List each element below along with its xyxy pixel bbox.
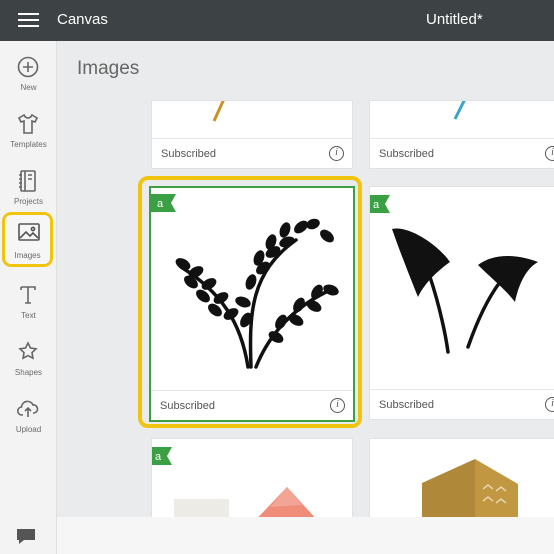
image-thumbnail	[212, 101, 225, 122]
card-footer: Subscribed i	[151, 390, 353, 420]
top-bar: Canvas Untitled*	[0, 0, 554, 41]
sidebar-item-label: Templates	[10, 140, 47, 149]
calla-lilies-image	[392, 228, 538, 354]
sidebar-item-label: Upload	[15, 425, 42, 434]
image-card[interactable]: Subscribed i	[151, 100, 353, 169]
tshirt-icon	[17, 113, 39, 134]
document-title[interactable]: Untitled*	[426, 11, 483, 28]
subscribed-label: Subscribed	[161, 148, 217, 160]
sidebar: New Templates Projects Images Text Shape…	[0, 41, 57, 554]
image-card[interactable]: Subscribed i	[369, 100, 554, 169]
bottom-toolbar	[57, 517, 554, 554]
subscribed-label: Subscribed	[160, 400, 216, 412]
image-icon	[18, 223, 40, 241]
hamburger-menu-icon[interactable]	[18, 13, 39, 28]
info-icon[interactable]: i	[545, 146, 554, 161]
fern-leaves-image	[175, 218, 339, 369]
info-icon[interactable]: i	[330, 398, 345, 413]
plus-circle-icon	[17, 56, 39, 78]
notebook-icon	[19, 170, 36, 192]
sidebar-item-label: Text	[21, 311, 36, 320]
info-icon[interactable]: i	[545, 397, 554, 412]
info-icon[interactable]: i	[329, 146, 344, 161]
subscribed-label: Subscribed	[379, 399, 435, 411]
sidebar-item-label: Shapes	[14, 368, 43, 377]
sidebar-item-label: Images	[14, 251, 41, 260]
sidebar-item-projects[interactable]: Projects	[0, 161, 57, 217]
card-footer: Subscribed i	[152, 138, 352, 168]
sidebar-item-new[interactable]: New	[0, 47, 57, 103]
shapes-icon	[18, 341, 38, 360]
sidebar-item-upload[interactable]: Upload	[0, 389, 57, 445]
text-t-icon	[20, 286, 36, 304]
page-title: Images	[77, 58, 140, 79]
image-card[interactable]: a Subscribed i	[369, 186, 554, 420]
chat-bubble-icon[interactable]	[14, 524, 38, 548]
sidebar-item-templates[interactable]: Templates	[0, 104, 57, 160]
sidebar-item-images[interactable]: Images	[2, 212, 53, 267]
image-card-selected[interactable]: a Subscribed i	[149, 186, 355, 422]
sidebar-item-label: Projects	[14, 197, 43, 206]
card-footer: Subscribed i	[370, 389, 554, 419]
cloud-upload-icon	[16, 400, 39, 417]
sidebar-item-text[interactable]: Text	[0, 275, 57, 331]
sidebar-item-shapes[interactable]: Shapes	[0, 332, 57, 388]
image-thumbnail	[453, 101, 466, 120]
card-footer: Subscribed i	[370, 138, 554, 168]
sidebar-item-label: New	[20, 83, 37, 92]
subscribed-label: Subscribed	[379, 148, 435, 160]
app-title: Canvas	[57, 11, 108, 28]
